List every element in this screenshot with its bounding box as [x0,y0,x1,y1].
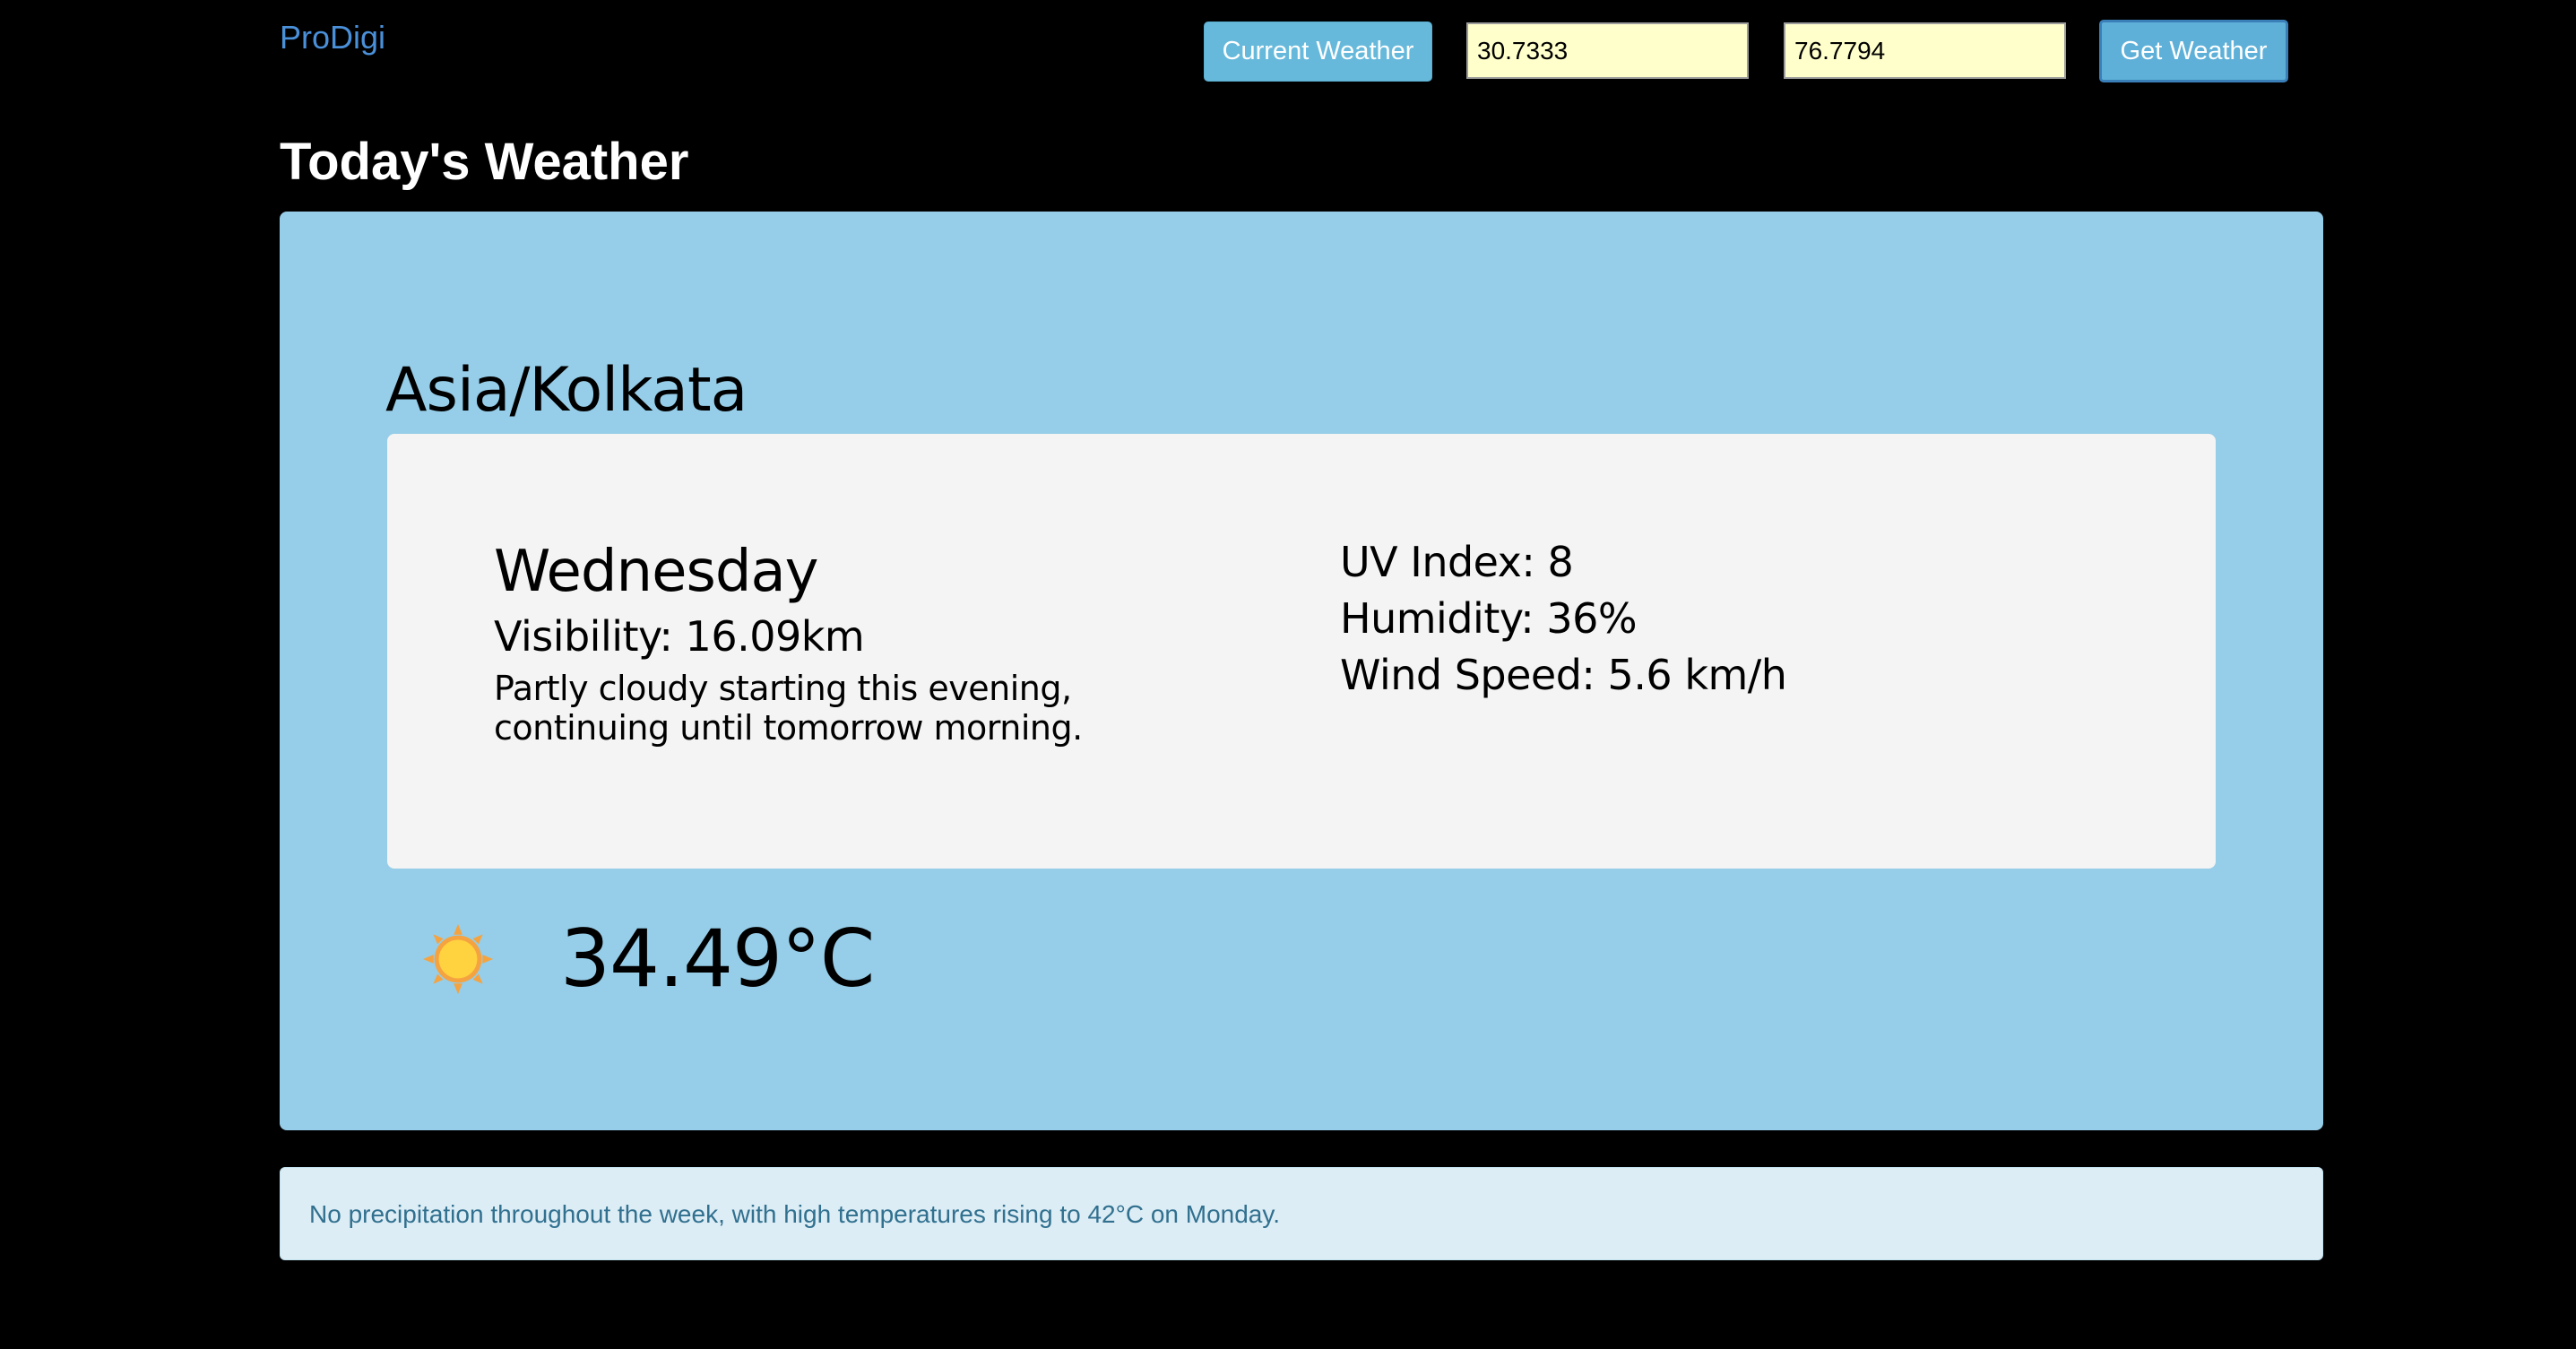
visibility-label: Visibility: 16.09km [494,612,865,661]
weekly-forecast-text: No precipitation throughout the week, wi… [309,1200,1281,1228]
day-label: Wednesday [494,539,819,605]
humidity-label: Humidity: 36% [1340,594,1638,643]
sun-icon [423,924,493,994]
temperature-value: 34.49°C [560,912,875,1005]
get-weather-button[interactable]: Get Weather [2099,20,2288,82]
uv-index-label: UV Index: 8 [1340,538,1574,586]
timezone-label: Asia/Kolkata [385,355,748,426]
page-title: Today's Weather [280,133,689,191]
weather-summary: Partly cloudy starting this evening, con… [494,669,1083,748]
weather-panel: Asia/Kolkata Wednesday Visibility: 16.09… [280,212,2323,1130]
current-weather-button[interactable]: Current Weather [1204,22,1432,82]
brand-link[interactable]: ProDigi [280,16,385,59]
weekly-forecast-alert: No precipitation throughout the week, wi… [280,1167,2323,1260]
latitude-input[interactable] [1466,22,1749,79]
wind-speed-label: Wind Speed: 5.6 km/h [1340,651,1787,699]
weather-details-card: Wednesday Visibility: 16.09km Partly clo… [387,434,2216,869]
longitude-input[interactable] [1784,22,2066,79]
